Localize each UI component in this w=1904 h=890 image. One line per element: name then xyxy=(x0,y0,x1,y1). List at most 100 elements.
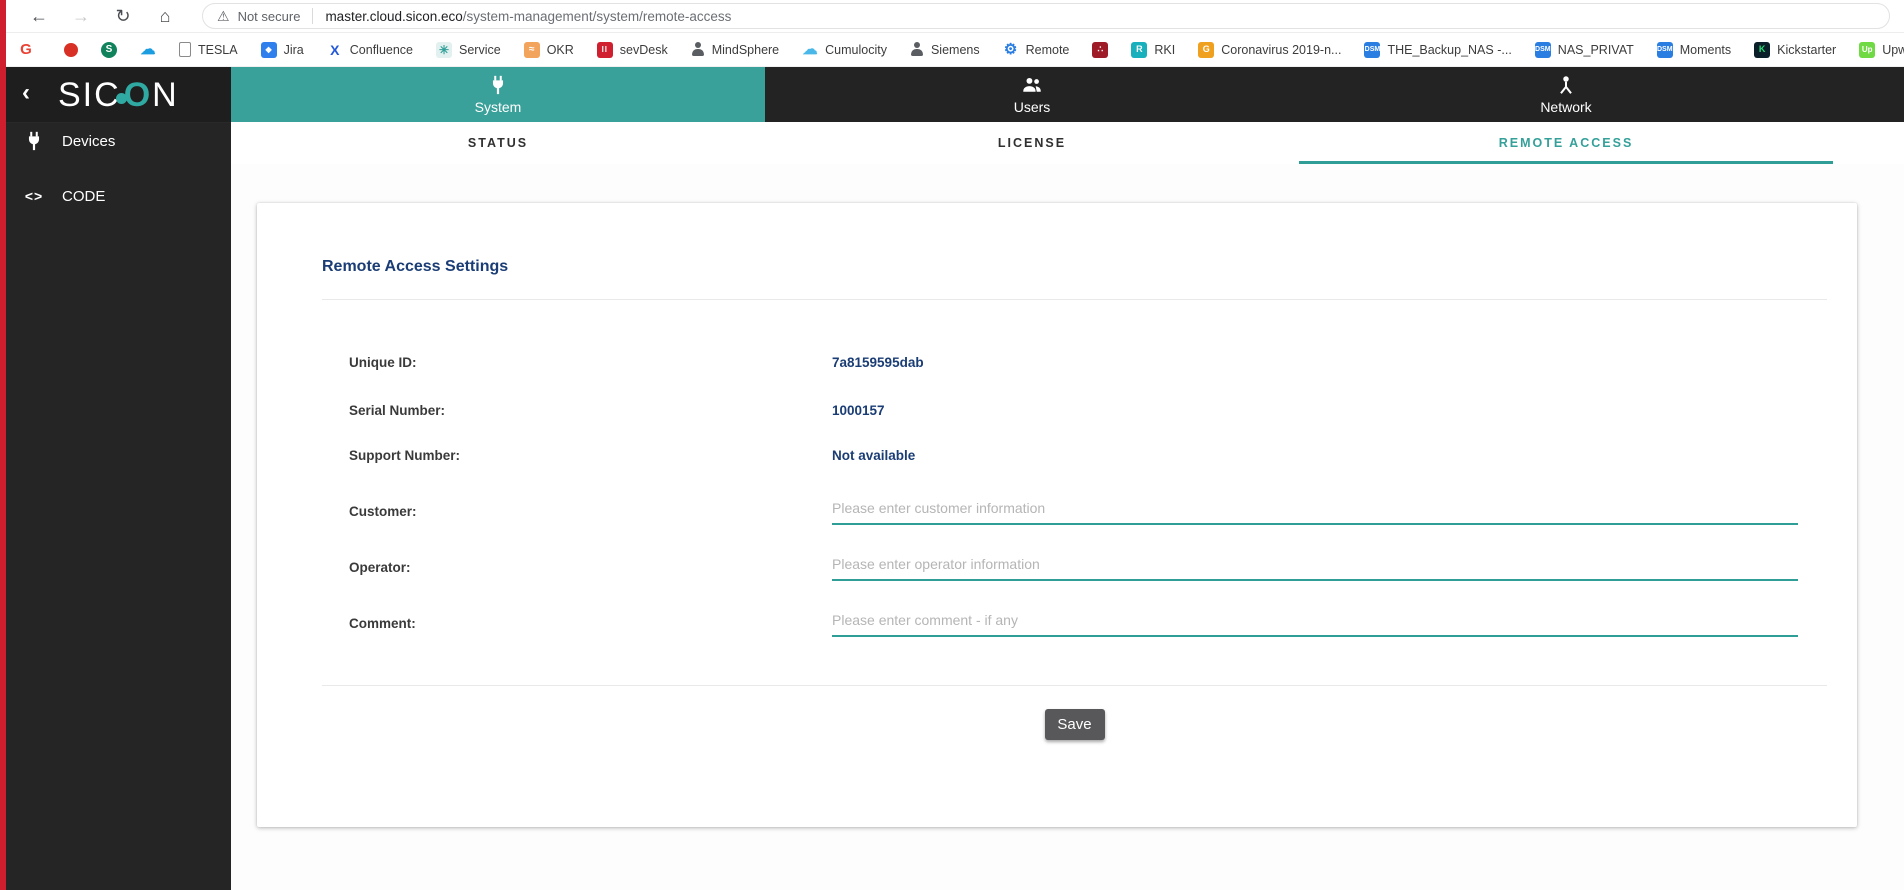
address-separator xyxy=(312,8,313,24)
bookmark-onedrive[interactable]: ☁ xyxy=(140,42,156,58)
bookmark-label: Cumulocity xyxy=(825,43,887,57)
bookmark-label: Moments xyxy=(1680,43,1731,57)
divider xyxy=(322,685,1827,686)
customer-input[interactable] xyxy=(832,493,1798,525)
bookmark-label: Jira xyxy=(284,43,304,57)
browser-chrome: ← → ↻ ⌂ ⚠ Not secure master.cloud.sicon.… xyxy=(0,0,1904,67)
jira-icon: ◆ xyxy=(261,42,277,58)
bookmark-share-nodes[interactable]: ∴ xyxy=(1092,42,1108,58)
bookmark-mindsphere[interactable]: MindSphere xyxy=(691,42,779,57)
top-nav: System Users Network xyxy=(231,67,1904,122)
bookmark-label: NAS_PRIVAT xyxy=(1558,43,1634,57)
bookmark-label: Remote xyxy=(1026,43,1070,57)
sidebar-item-label: Devices xyxy=(62,133,115,150)
service-icon: ✳ xyxy=(436,42,452,58)
operator-input[interactable] xyxy=(832,549,1798,581)
green-s-icon: S xyxy=(101,42,117,58)
bookmark-google[interactable]: G xyxy=(18,42,41,58)
onedrive-cloud-icon: ☁ xyxy=(140,42,156,58)
collapse-sidebar-icon[interactable]: ‹ xyxy=(22,79,30,107)
page-title: Remote Access Settings xyxy=(322,258,508,276)
url-domain: master.cloud.sicon.eco xyxy=(325,9,462,24)
bookmark-green-s[interactable]: S xyxy=(101,42,117,58)
comment-input[interactable] xyxy=(832,605,1798,637)
bookmark-cumulocity[interactable]: ☁ Cumulocity xyxy=(802,42,887,58)
tab-network[interactable]: Network xyxy=(1299,67,1833,122)
bookmark-label: OKR xyxy=(547,43,574,57)
bookmark-tesla[interactable]: TESLA xyxy=(179,42,238,57)
bookmark-service[interactable]: ✳ Service xyxy=(436,42,501,58)
users-icon xyxy=(1021,74,1043,96)
bookmark-label: TESLA xyxy=(198,43,238,57)
bookmark-label: Service xyxy=(459,43,501,57)
home-icon[interactable]: ⌂ xyxy=(150,7,180,25)
logo-text: N xyxy=(152,76,179,114)
browser-toolbar: ← → ↻ ⌂ ⚠ Not secure master.cloud.sicon.… xyxy=(0,0,1904,33)
bookmark-nas-privat[interactable]: DSMNAS_PRIVAT xyxy=(1535,42,1634,58)
bookmark-label: Coronavirus 2019-n... xyxy=(1221,43,1341,57)
comment-label: Comment: xyxy=(349,616,416,631)
sevdesk-icon: ll xyxy=(597,42,613,58)
unique-id-label: Unique ID: xyxy=(349,355,417,370)
document-icon xyxy=(179,42,191,57)
url-text[interactable]: master.cloud.sicon.eco/system-management… xyxy=(325,9,731,24)
bookmark-kickstarter[interactable]: KKickstarter xyxy=(1754,42,1836,58)
bookmark-confluence[interactable]: X Confluence xyxy=(327,42,413,58)
operator-label: Operator: xyxy=(349,560,411,575)
subtab-bar: STATUS LICENSE REMOTE ACCESS xyxy=(231,122,1904,164)
plug-icon xyxy=(22,130,46,152)
remote-access-card: Remote Access Settings Unique ID: 7a8159… xyxy=(257,203,1857,827)
back-icon[interactable]: ← xyxy=(24,7,54,25)
bookmark-jira[interactable]: ◆ Jira xyxy=(261,42,304,58)
corona-icon: G xyxy=(1198,42,1214,58)
support-number-value: Not available xyxy=(832,448,915,463)
bookmark-coronavirus[interactable]: G Coronavirus 2019-n... xyxy=(1198,42,1341,58)
bookmark-label: Kickstarter xyxy=(1777,43,1836,57)
bookmark-label: MindSphere xyxy=(712,43,779,57)
sidebar-item-code[interactable]: <> CODE xyxy=(6,177,231,215)
sidebar-header: ‹ SICON xyxy=(6,67,231,123)
subtab-license[interactable]: LICENSE xyxy=(765,122,1299,164)
reload-icon[interactable]: ↻ xyxy=(108,7,138,25)
subtab-remote-access[interactable]: REMOTE ACCESS xyxy=(1299,122,1833,164)
bookmark-moments[interactable]: DSMMoments xyxy=(1657,42,1731,58)
sidebar-item-label: CODE xyxy=(62,188,105,205)
bookmark-sevdesk[interactable]: llsevDesk xyxy=(597,42,668,58)
bookmark-remote[interactable]: ⚙Remote xyxy=(1003,42,1070,58)
forward-icon[interactable]: → xyxy=(66,7,96,25)
network-hub-icon xyxy=(1555,74,1577,96)
save-button[interactable]: Save xyxy=(1045,709,1105,740)
bookmark-label: Confluence xyxy=(350,43,413,57)
bookmark-rki[interactable]: R RKI xyxy=(1131,42,1175,58)
share-nodes-icon: ∴ xyxy=(1092,42,1108,58)
customer-label: Customer: xyxy=(349,504,417,519)
tab-label: System xyxy=(475,99,522,115)
cloud-icon: ☁ xyxy=(802,42,818,58)
main-content: Remote Access Settings Unique ID: 7a8159… xyxy=(231,164,1904,890)
address-bar[interactable]: ⚠ Not secure master.cloud.sicon.eco/syst… xyxy=(202,3,1890,29)
confluence-icon: X xyxy=(327,42,343,58)
bookmark-backup-nas[interactable]: DSMTHE_Backup_NAS -... xyxy=(1364,42,1511,58)
red-app-icon xyxy=(64,43,78,57)
screen: ← → ↻ ⌂ ⚠ Not secure master.cloud.sicon.… xyxy=(0,0,1904,890)
bookmarks-bar: G S ☁ TESLA ◆ Jira X Confluence ✳ Service ≈… xyxy=(0,33,1904,67)
dsm-icon: DSM xyxy=(1364,42,1380,58)
bookmark-siemens[interactable]: Siemens xyxy=(910,42,980,57)
sidebar-item-devices[interactable]: Devices xyxy=(6,122,231,160)
url-path: /system-management/system/remote-access xyxy=(463,9,732,24)
tab-users[interactable]: Users xyxy=(765,67,1299,122)
rki-icon: R xyxy=(1131,42,1147,58)
bookmark-okr[interactable]: ≈OKR xyxy=(524,42,574,58)
actions-row: Save xyxy=(322,709,1827,740)
upwork-icon: Up xyxy=(1859,42,1875,58)
tab-system[interactable]: System xyxy=(231,67,765,122)
divider xyxy=(322,299,1827,300)
not-secure-label[interactable]: Not secure xyxy=(238,9,301,24)
bookmark-red-app[interactable] xyxy=(64,43,78,57)
logo-text: SI xyxy=(58,76,94,114)
unique-id-value: 7a8159595dab xyxy=(832,355,924,370)
bookmark-label: RKI xyxy=(1154,43,1175,57)
tab-label: Users xyxy=(1014,99,1051,115)
bookmark-upwork[interactable]: UpUpwork xyxy=(1859,42,1904,58)
subtab-status[interactable]: STATUS xyxy=(231,122,765,164)
